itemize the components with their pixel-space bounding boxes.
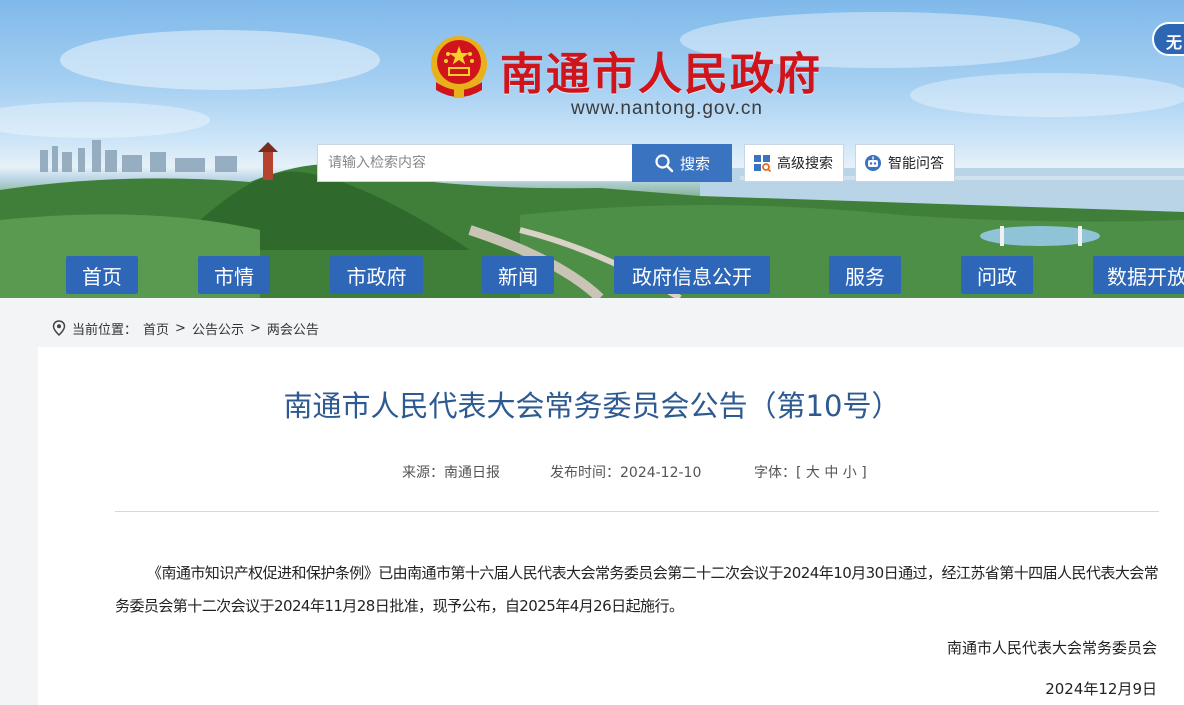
nav-inquiry[interactable]: 问政 bbox=[961, 256, 1033, 294]
breadcrumb-separator: > bbox=[175, 320, 186, 336]
nav-gov-info-disclosure[interactable]: 政府信息公开 bbox=[614, 256, 770, 294]
nav-open-data[interactable]: 数据开放 bbox=[1093, 256, 1184, 294]
article-title: 南通市人民代表大会常务委员会公告（第10号） bbox=[283, 389, 901, 423]
article-source: 来源：南通日报 bbox=[402, 465, 500, 481]
article-signature: 南通市人民代表大会常务委员会 bbox=[946, 639, 1157, 657]
smart-qa-button[interactable]: 智能问答 bbox=[855, 144, 955, 182]
advanced-search-label: 高级搜索 bbox=[777, 156, 833, 172]
nav-news[interactable]: 新闻 bbox=[482, 256, 554, 294]
breadcrumb-separator: > bbox=[249, 320, 261, 336]
accessibility-button[interactable]: 无 bbox=[1152, 22, 1184, 56]
breadcrumb-prefix: 当前位置： bbox=[72, 322, 138, 338]
advanced-search-icon bbox=[754, 155, 771, 172]
nav-city-info[interactable]: 市情 bbox=[198, 256, 270, 294]
article-date: 2024年12月9日 bbox=[1045, 680, 1157, 698]
search-box bbox=[317, 144, 633, 182]
font-size-selector[interactable]: 字体：[ 大 中 小 ] bbox=[754, 462, 867, 482]
national-emblem-icon bbox=[431, 36, 487, 98]
location-pin-icon bbox=[52, 320, 66, 336]
divider bbox=[115, 511, 1159, 512]
breadcrumb-two-sessions[interactable]: 两会公告 bbox=[267, 319, 319, 338]
robot-icon bbox=[865, 155, 881, 171]
advanced-search-button[interactable]: 高级搜索 bbox=[744, 144, 844, 182]
search-icon bbox=[655, 154, 674, 173]
search-button[interactable]: 搜索 bbox=[632, 144, 732, 182]
search-input[interactable] bbox=[328, 155, 618, 171]
search-button-label: 搜索 bbox=[679, 154, 710, 173]
article-publish-time: 发布时间：2024-12-10 bbox=[550, 465, 702, 481]
breadcrumb: 当前位置： 首页 > 公告公示 > 两会公告 bbox=[52, 318, 319, 338]
article-panel: 南通市人民代表大会常务委员会公告（第10号） 来源：南通日报 发布时间：2024… bbox=[38, 347, 1184, 705]
article-body: 《南通市知识产权促进和保护条例》已由南通市第十六届人民代表大会常务委员会第二十二… bbox=[115, 564, 1159, 615]
site-url: www.nantong.gov.cn bbox=[571, 98, 763, 119]
nav-city-government[interactable]: 市政府 bbox=[330, 256, 423, 294]
nav-home[interactable]: 首页 bbox=[66, 256, 138, 294]
header-banner: 南通市人民政府 www.nantong.gov.cn 无 搜索 高级搜索 智能问… bbox=[0, 0, 1184, 298]
smart-qa-label: 智能问答 bbox=[888, 156, 944, 172]
site-title: 南通市人民政府 bbox=[500, 49, 822, 100]
breadcrumb-announcements[interactable]: 公告公示 bbox=[192, 319, 244, 338]
nav-services[interactable]: 服务 bbox=[829, 256, 901, 294]
breadcrumb-home[interactable]: 首页 bbox=[143, 319, 169, 338]
site-logo[interactable]: 南通市人民政府 www.nantong.gov.cn bbox=[428, 34, 848, 124]
